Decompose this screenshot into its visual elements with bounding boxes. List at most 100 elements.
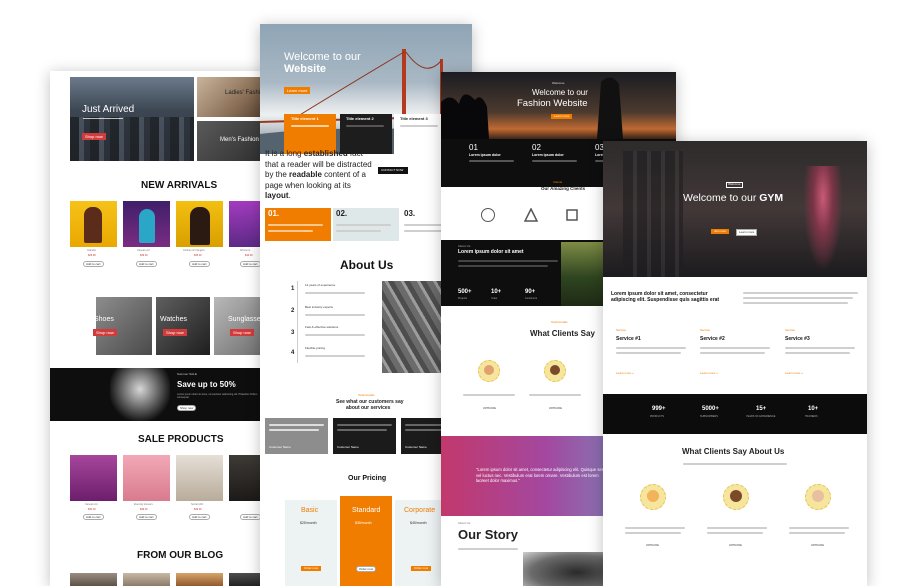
fashion-hero-button[interactable]: Learn more (551, 114, 573, 119)
intro-paragraph: It is a long established fact that a rea… (265, 149, 372, 200)
about-item-title-2: Best industry experts (305, 305, 334, 309)
testimonial-author-1: Customer Name (269, 445, 291, 449)
add-to-cart-button-1[interactable]: Add to cart (83, 261, 104, 267)
story-kicker: About Us (458, 521, 471, 525)
gym-stats-band (603, 394, 867, 434)
service-link-1[interactable]: Learn more » (616, 372, 634, 375)
sale-add-to-cart-1[interactable]: Add to cart (83, 514, 104, 520)
ecommerce-template-preview: Just Arrived Shop now Ladies' Fashion Me… (50, 71, 270, 586)
product-price-3: $35.00 (194, 254, 202, 257)
plan-price-standard: $35/month (355, 521, 372, 525)
sale-add-to-cart-2[interactable]: Add to cart (136, 514, 157, 520)
sale-product-name-2: Evening trousers (134, 503, 153, 506)
story-heading: Our Story (458, 527, 518, 542)
gym-client-name-2: JOHN DOE (729, 544, 742, 547)
gym-clients-heading: What Clients Say About Us (682, 447, 785, 456)
gym-intro-title: Lorem ipsum dolor sit amet, consectetur … (611, 291, 720, 303)
gym-join-button[interactable]: Join now (711, 229, 729, 234)
sale-products-heading: SALE PRODUCTS (138, 434, 224, 445)
about-item-title-1: 12 years of experience (305, 283, 336, 287)
order-basic-button[interactable]: Order now (301, 566, 322, 571)
gym-client-name-1: JOHN DOE (646, 544, 659, 547)
watches-category-image (156, 297, 210, 355)
sale-product-price-1: $30.00 (88, 508, 96, 511)
hero-title: Just Arrived (82, 104, 135, 115)
about-item-num-4: 4 (291, 350, 295, 356)
order-corporate-button[interactable]: Order now (411, 566, 432, 571)
watches-shop-button[interactable]: Shop now (163, 329, 187, 336)
sale-product-price-3: $39.00 (194, 508, 202, 511)
fashion-hero-line1: Welcome to our (532, 88, 588, 97)
service-title-1: Service #1 (616, 336, 641, 342)
gym-stat-value-3: 15+ (756, 406, 767, 412)
gym-hero-image (603, 141, 867, 277)
gym-stat-label-2: SUBSCRIBERS (700, 415, 718, 418)
about-item-num-1: 1 (291, 286, 295, 292)
gym-hero-kicker: Welcome (728, 182, 741, 186)
stat-value-3: 90+ (525, 289, 536, 295)
sale-add-to-cart-4[interactable]: Add to cart (240, 514, 261, 520)
promo-text: Lorem ipsum dolor sit amet, consectetur … (177, 393, 258, 399)
product-image-1 (70, 201, 117, 247)
plan-price-basic: $25/month (300, 521, 317, 525)
contact-now-label: CONTACT NOW (381, 168, 404, 172)
column-number-1: 01 (469, 143, 478, 152)
testimonials-heading-2: about our services (346, 405, 391, 411)
sale-product-image-2 (123, 455, 170, 501)
plan-name-basic: Basic (301, 507, 319, 514)
clients-heading: Our Amazing Clients (541, 186, 586, 191)
product-image-2 (123, 201, 170, 247)
hero-welcome-line: Welcome to our (284, 51, 361, 63)
fashion-hero-kicker: Welcome (552, 81, 565, 85)
testimonial-author-2: Customer Name (337, 445, 359, 449)
stat-label-1: Projects (458, 297, 468, 300)
client-logo-3 (565, 208, 579, 222)
step-number-2: 02. (336, 209, 348, 218)
about-title: Lorem ipsum dolor sit amet (458, 249, 524, 255)
testimonials-kicker: Testimonials (358, 393, 375, 397)
column-title-2: Lorem ipsum dolor (532, 153, 564, 157)
quote-text: "Lorem ipsum dolor sit amet, consectetur… (476, 467, 606, 483)
add-to-cart-button-3[interactable]: Add to cart (189, 261, 210, 267)
sunglasses-shop-button[interactable]: Shop now (230, 329, 254, 336)
clients-say-kicker: Testimonials (551, 320, 568, 324)
service-kicker-2: Service (700, 328, 711, 332)
blog-image-3 (176, 573, 223, 586)
hero-learn-more-button[interactable]: Learn more (284, 87, 311, 94)
plan-name-standard: Standard (352, 507, 381, 514)
fashion-hero-line2: Fashion Website (517, 98, 588, 109)
blog-heading: FROM OUR BLOG (137, 550, 224, 561)
order-standard-button[interactable]: Order now (356, 566, 377, 572)
promo-kicker: Summer SALE (177, 372, 197, 376)
plan-name-corporate: Corporate (404, 507, 436, 514)
blog-image-1 (70, 573, 117, 586)
add-to-cart-button-4[interactable]: Add to cart (240, 261, 261, 267)
gym-template-preview: Welcome Welcome to our GYM Join now Lear… (603, 141, 867, 586)
about-item-title-4: Flexible pricing (305, 346, 326, 350)
service-title-2: Service #2 (700, 336, 725, 342)
sale-product-image-1 (70, 455, 117, 501)
stat-label-3: Customers (525, 297, 538, 300)
sale-add-to-cart-3[interactable]: Add to cart (189, 514, 210, 520)
shoes-shop-button[interactable]: Shop now (93, 329, 117, 336)
stat-label-2: Years (491, 297, 498, 300)
gym-client-name-3: JOHN DOE (811, 544, 824, 547)
service-link-3[interactable]: Learn more » (785, 372, 803, 375)
add-to-cart-button-2[interactable]: Add to cart (136, 261, 157, 267)
new-arrivals-heading: NEW ARRIVALS (141, 180, 218, 191)
promo-title: Save up to 50% (177, 380, 236, 389)
promo-shop-button[interactable]: Shop now (177, 405, 197, 411)
service-link-2[interactable]: Learn more » (700, 372, 718, 375)
stat-value-2: 10+ (491, 289, 502, 295)
feature-title-3: Title element 3 (400, 116, 428, 121)
service-title-3: Service #3 (785, 336, 810, 342)
hero-shop-button[interactable]: Shop now (82, 133, 106, 140)
product-image-3 (176, 201, 223, 247)
step-number-1: 01. (268, 209, 280, 218)
about-item-num-3: 3 (291, 330, 295, 336)
client-name-1: JOHN DOE (483, 407, 496, 410)
pricing-heading: Our Pricing (348, 475, 387, 482)
service-kicker-3: Service (785, 328, 796, 332)
gym-learn-button[interactable]: Learn more (736, 229, 758, 236)
client-logo-1 (481, 208, 495, 222)
